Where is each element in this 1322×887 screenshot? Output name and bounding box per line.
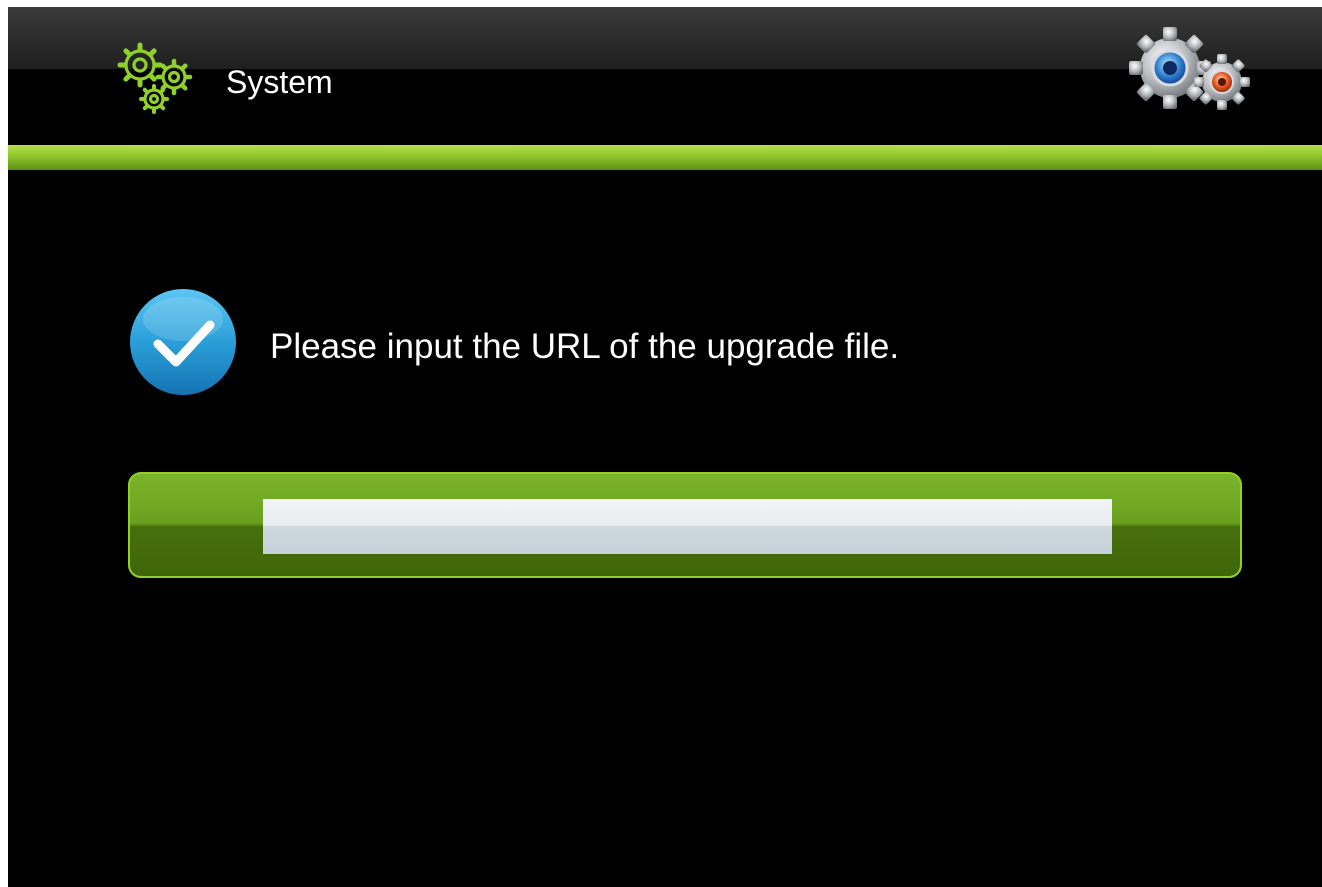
url-input[interactable] [263,499,1112,554]
header-divider [8,145,1322,170]
gears-icon [117,42,193,114]
page-title: System [226,64,333,100]
prompt-message: Please input the URL of the upgrade file… [270,327,900,366]
url-input-frame [128,472,1242,578]
upgrade-screen: System Please input the URL of the upgra… [8,7,1322,887]
settings-gears-icon [1129,27,1250,110]
header-bar: System [8,7,1322,147]
checkmark-icon [130,289,236,395]
